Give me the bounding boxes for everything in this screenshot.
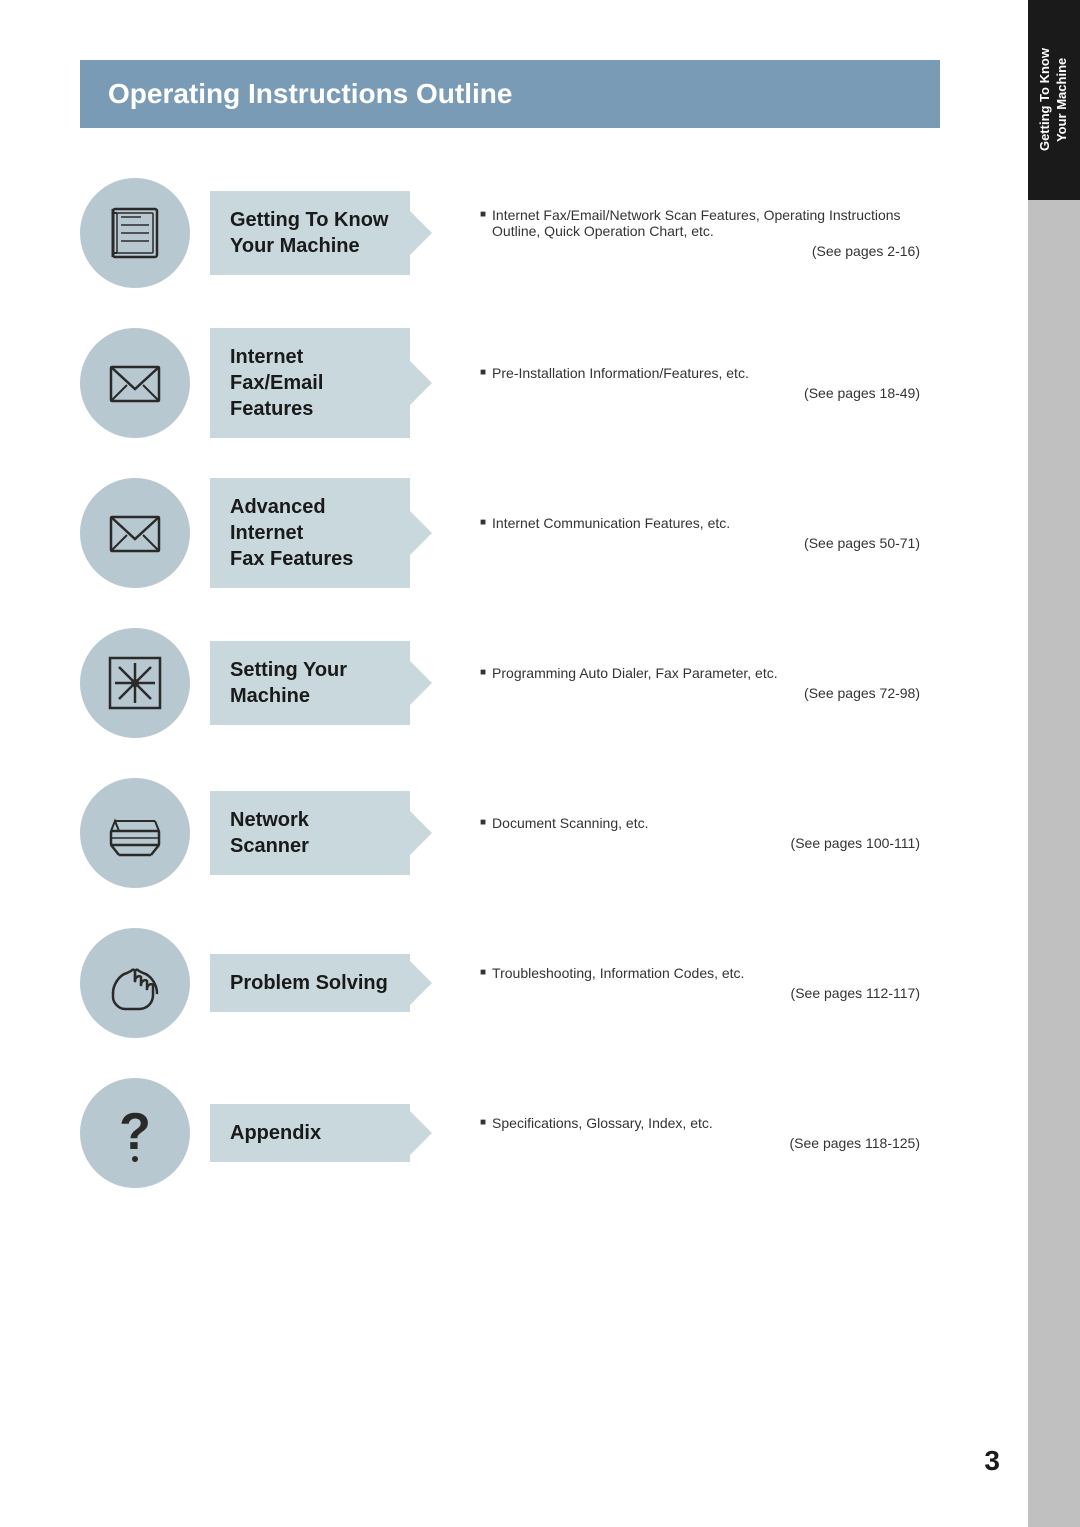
section-bullet-advanced-internet-fax: Internet Communication Features, etc. <box>480 515 920 531</box>
circle-icon-advanced-internet-fax <box>80 478 190 588</box>
page-wrapper: Getting To KnowYour Machine Operating In… <box>0 0 1080 1527</box>
circle-icon-setting-your-machine <box>80 628 190 738</box>
section-row-setting-your-machine: Setting YourMachine Programming Auto Dia… <box>80 628 920 738</box>
section-bullet-internet-fax-email: Pre-Installation Information/Features, e… <box>480 365 920 381</box>
section-label-problem-solving: Problem Solving <box>230 970 390 996</box>
section-label-setting-your-machine: Setting YourMachine <box>230 657 390 709</box>
side-tab-text: Getting To KnowYour Machine <box>1037 48 1071 151</box>
section-pages-appendix: (See pages 118-125) <box>480 1135 920 1151</box>
section-bullet-getting-to-know: Internet Fax/Email/Network Scan Features… <box>480 207 920 239</box>
section-label-box-getting-to-know: Getting To KnowYour Machine <box>210 191 410 275</box>
content-area: Getting To KnowYour Machine Internet Fax… <box>80 178 1000 1188</box>
section-pages-problem-solving: (See pages 112-117) <box>480 985 920 1001</box>
header-bar: Operating Instructions Outline <box>80 60 940 128</box>
section-row-appendix: ? Appendix Specifications, Glossary, Ind… <box>80 1078 920 1188</box>
section-pages-getting-to-know: (See pages 2-16) <box>480 243 920 259</box>
page-number: 3 <box>984 1445 1000 1477</box>
section-bullet-network-scanner: Document Scanning, etc. <box>480 815 920 831</box>
section-pages-internet-fax-email: (See pages 18-49) <box>480 385 920 401</box>
section-label-advanced-internet-fax: Advanced InternetFax Features <box>230 494 390 572</box>
section-bullet-setting-your-machine: Programming Auto Dialer, Fax Parameter, … <box>480 665 920 681</box>
section-desc-appendix: Specifications, Glossary, Index, etc. (S… <box>440 1115 920 1151</box>
circle-icon-problem-solving <box>80 928 190 1038</box>
section-label-internet-fax-email: Internet Fax/EmailFeatures <box>230 344 390 422</box>
section-row-advanced-internet-fax: Advanced InternetFax Features Internet C… <box>80 478 920 588</box>
section-label-box-network-scanner: Network Scanner <box>210 791 410 875</box>
section-bullet-problem-solving: Troubleshooting, Information Codes, etc. <box>480 965 920 981</box>
section-desc-internet-fax-email: Pre-Installation Information/Features, e… <box>440 365 920 401</box>
section-desc-setting-your-machine: Programming Auto Dialer, Fax Parameter, … <box>440 665 920 701</box>
section-row-problem-solving: Problem Solving Troubleshooting, Informa… <box>80 928 920 1038</box>
section-label-appendix: Appendix <box>230 1120 390 1146</box>
page-title: Operating Instructions Outline <box>108 78 512 109</box>
section-pages-network-scanner: (See pages 100-111) <box>480 835 920 851</box>
section-label-network-scanner: Network Scanner <box>230 807 390 859</box>
section-row-internet-fax-email: Internet Fax/EmailFeatures Pre-Installat… <box>80 328 920 438</box>
circle-icon-getting-to-know <box>80 178 190 288</box>
side-tab-active: Getting To KnowYour Machine <box>1028 0 1080 200</box>
circle-icon-internet-fax-email <box>80 328 190 438</box>
section-row-network-scanner: Network Scanner Document Scanning, etc. … <box>80 778 920 888</box>
section-row-getting-to-know: Getting To KnowYour Machine Internet Fax… <box>80 178 920 288</box>
circle-icon-appendix: ? <box>80 1078 190 1188</box>
section-label-box-internet-fax-email: Internet Fax/EmailFeatures <box>210 328 410 438</box>
section-pages-setting-your-machine: (See pages 72-98) <box>480 685 920 701</box>
svg-text:?: ? <box>119 1103 151 1161</box>
section-label-getting-to-know: Getting To KnowYour Machine <box>230 207 390 259</box>
section-bullet-appendix: Specifications, Glossary, Index, etc. <box>480 1115 920 1131</box>
circle-icon-network-scanner <box>80 778 190 888</box>
section-label-box-advanced-internet-fax: Advanced InternetFax Features <box>210 478 410 588</box>
section-desc-getting-to-know: Internet Fax/Email/Network Scan Features… <box>440 207 920 259</box>
section-desc-advanced-internet-fax: Internet Communication Features, etc. (S… <box>440 515 920 551</box>
section-pages-advanced-internet-fax: (See pages 50-71) <box>480 535 920 551</box>
side-tab: Getting To KnowYour Machine <box>1028 0 1080 1527</box>
section-label-box-problem-solving: Problem Solving <box>210 954 410 1012</box>
section-desc-network-scanner: Document Scanning, etc. (See pages 100-1… <box>440 815 920 851</box>
section-desc-problem-solving: Troubleshooting, Information Codes, etc.… <box>440 965 920 1001</box>
section-label-box-appendix: Appendix <box>210 1104 410 1162</box>
section-label-box-setting-your-machine: Setting YourMachine <box>210 641 410 725</box>
